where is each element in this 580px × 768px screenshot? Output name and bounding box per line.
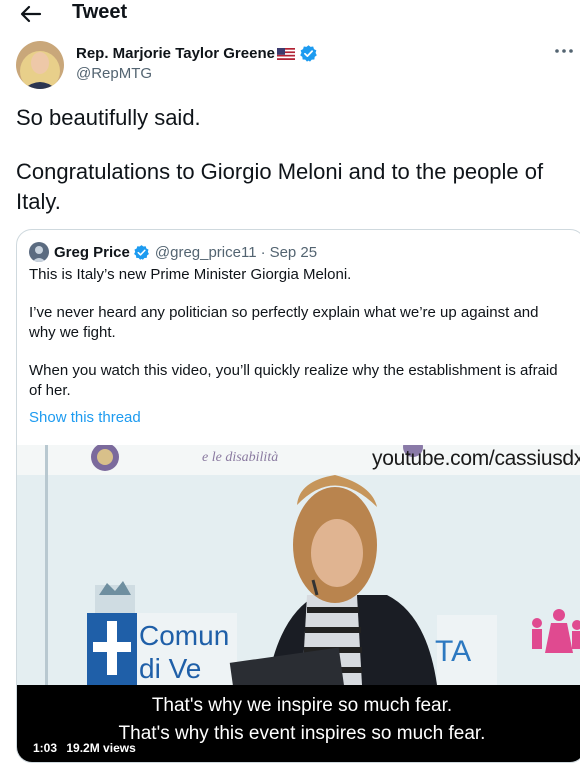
more-options-icon[interactable] bbox=[552, 42, 576, 60]
quoted-tweet-card[interactable]: Greg Price @greg_price11 · Sep 25 This i… bbox=[16, 229, 580, 763]
banner-text-1: Comun bbox=[139, 620, 229, 651]
video-duration: 1:03 bbox=[33, 741, 58, 755]
backdrop-script-text: e le disabilità bbox=[202, 450, 278, 465]
show-thread-link[interactable]: Show this thread bbox=[29, 409, 141, 426]
author-name-row[interactable]: Rep. Marjorie Taylor Greene bbox=[76, 44, 318, 63]
quoted-author-handle[interactable]: @greg_price11 bbox=[155, 244, 257, 261]
quoted-author-avatar[interactable] bbox=[29, 242, 49, 262]
author-handle[interactable]: @RepMTG bbox=[76, 65, 152, 82]
subtitle-line: That's why we inspire so much fear. bbox=[151, 695, 453, 716]
quoted-tweet-text: This is Italy’s new Prime Minister Giorg… bbox=[29, 265, 569, 401]
quoted-paragraph: When you watch this video, you’ll quickl… bbox=[29, 362, 558, 399]
quoted-paragraph: This is Italy’s new Prime Minister Giorg… bbox=[29, 266, 352, 283]
subtitle-band: That's why we inspire so much fear. That… bbox=[17, 685, 580, 762]
author-name[interactable]: Rep. Marjorie Taylor Greene bbox=[76, 45, 275, 62]
banner-text-2: di Ve bbox=[139, 653, 201, 684]
quoted-paragraph: I’ve never heard any politician so perfe… bbox=[29, 304, 539, 341]
video-views: 19.2M views bbox=[66, 741, 136, 755]
meta-separator: · bbox=[260, 243, 266, 261]
quoted-tweet-header: Greg Price @greg_price11 · Sep 25 bbox=[29, 242, 317, 262]
video-stats: 1:03 19.2M views bbox=[33, 741, 136, 755]
tweet-paragraph: So beautifully said. bbox=[16, 105, 201, 130]
tweet-paragraph: Congratulations to Giorgio Meloni and to… bbox=[16, 159, 544, 214]
page-title: Tweet bbox=[72, 1, 128, 23]
tweet-text: So beautifully said. Congratulations to … bbox=[16, 103, 572, 217]
verified-badge-icon bbox=[300, 45, 317, 62]
video-player[interactable]: Comun di Ve TA e le disabilità youtube.c… bbox=[17, 445, 580, 762]
author-avatar[interactable] bbox=[16, 41, 64, 89]
back-arrow-icon[interactable] bbox=[18, 2, 44, 26]
verified-badge-icon bbox=[133, 244, 149, 260]
quoted-tweet-date[interactable]: Sep 25 bbox=[270, 244, 318, 261]
us-flag-icon bbox=[276, 47, 295, 60]
video-watermark: youtube.com/cassiusdx bbox=[372, 447, 580, 470]
top-bar: Tweet bbox=[0, 0, 580, 30]
quoted-author-name[interactable]: Greg Price bbox=[54, 244, 130, 261]
banner-text-3: TA bbox=[435, 635, 471, 668]
